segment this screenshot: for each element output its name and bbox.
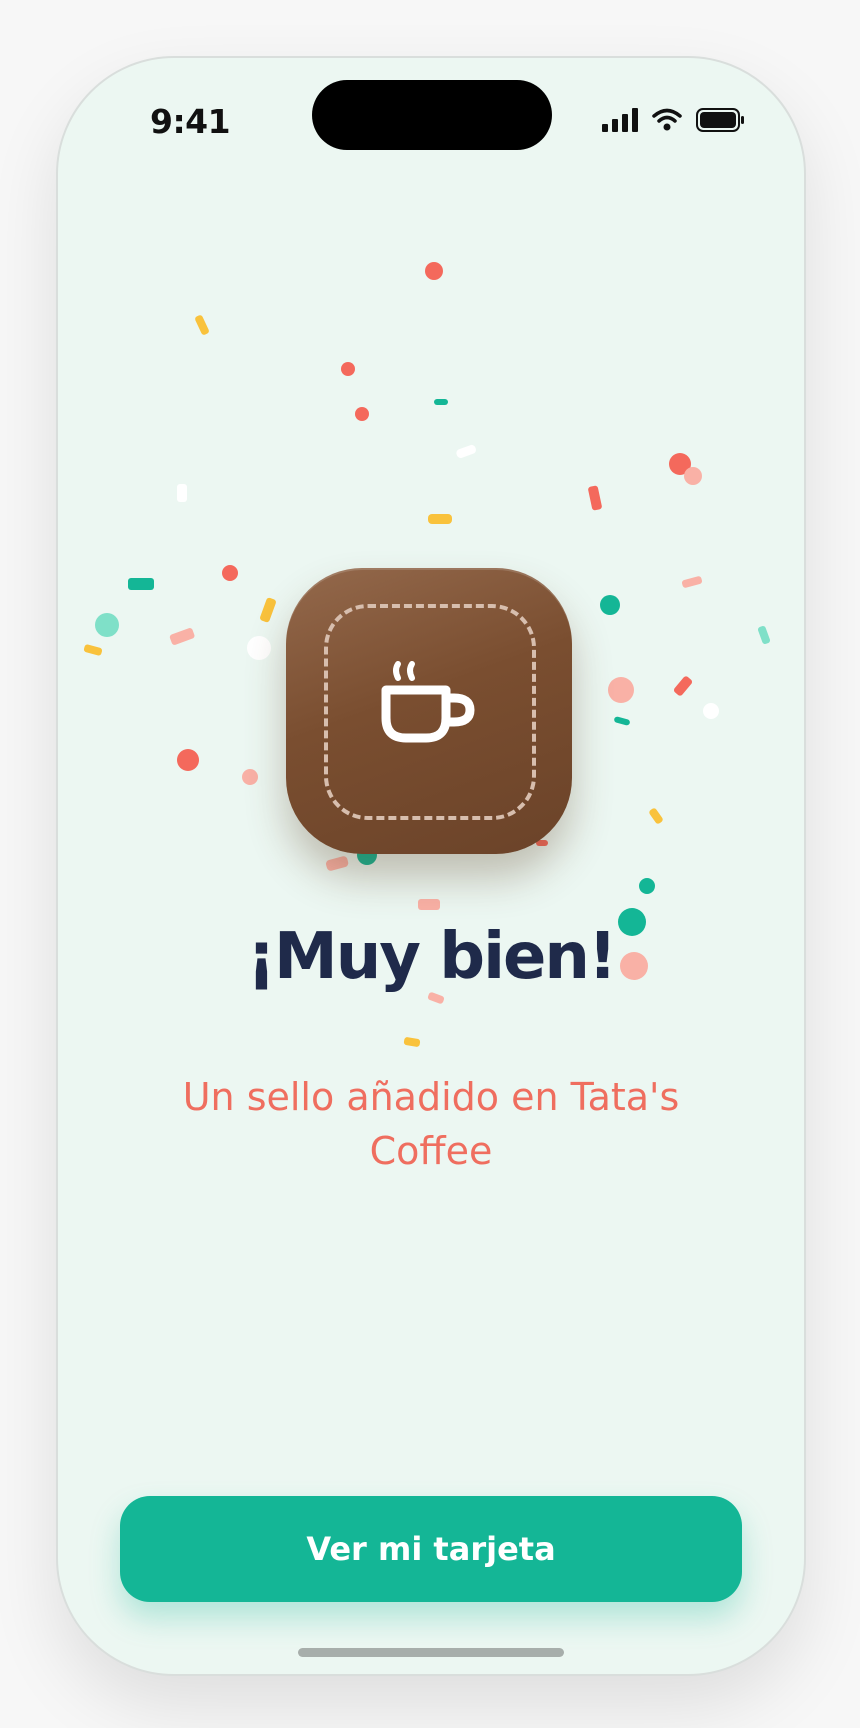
stamp-badge — [286, 568, 572, 854]
home-indicator — [298, 1648, 564, 1657]
view-card-button[interactable]: Ver mi tarjeta — [120, 1496, 742, 1602]
confetti-decoration — [83, 262, 770, 1047]
coffee-cup-icon — [381, 661, 475, 743]
success-title: ¡Muy bien! — [246, 920, 617, 994]
success-subtitle: Un sello añadido en Tata's Coffee — [182, 1075, 680, 1173]
phone-screen: 9:41 ¡Muy bien! Un sello añadido en Tata… — [56, 56, 806, 1676]
